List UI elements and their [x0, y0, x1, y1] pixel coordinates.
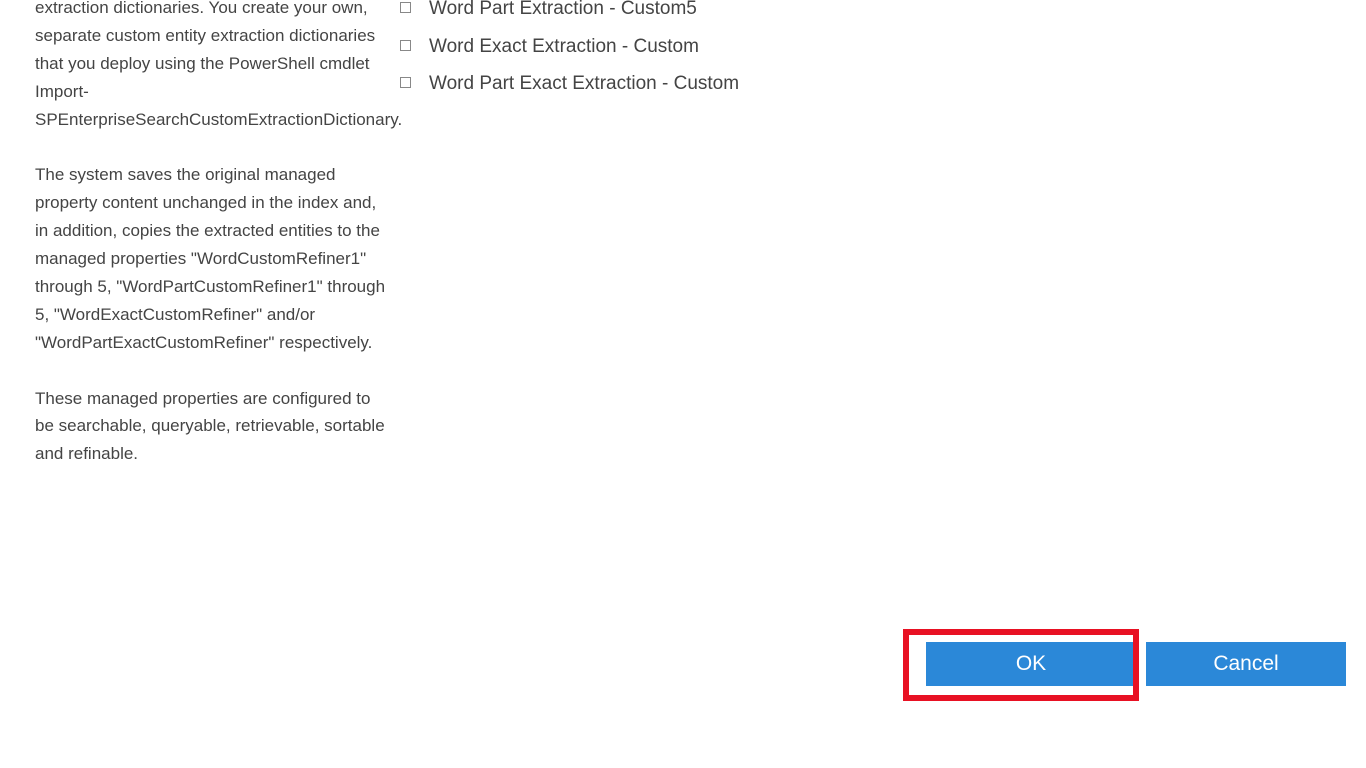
- description-paragraph-1: extraction dictionaries. You create your…: [35, 0, 390, 133]
- dialog-button-row: OK Cancel: [926, 642, 1346, 686]
- checkbox-row-word-part-extraction-custom5[interactable]: Word Part Extraction - Custom5: [400, 0, 1346, 23]
- description-paragraph-2: The system saves the original managed pr…: [35, 161, 390, 356]
- cancel-button[interactable]: Cancel: [1146, 642, 1346, 686]
- description-column: extraction dictionaries. You create your…: [35, 0, 400, 496]
- checkbox-label: Word Part Exact Extraction - Custom: [429, 71, 739, 98]
- checkbox-label: Word Exact Extraction - Custom: [429, 34, 699, 61]
- ok-button[interactable]: OK: [926, 642, 1136, 686]
- checkbox-icon[interactable]: [400, 77, 411, 88]
- checkbox-icon[interactable]: [400, 40, 411, 51]
- description-paragraph-3: These managed properties are configured …: [35, 385, 390, 469]
- checkbox-column: Word Part Extraction - Custom5 Word Exac…: [400, 0, 1346, 109]
- checkbox-label: Word Part Extraction - Custom5: [429, 0, 697, 23]
- checkbox-row-word-part-exact-extraction-custom[interactable]: Word Part Exact Extraction - Custom: [400, 71, 1346, 98]
- checkbox-icon[interactable]: [400, 2, 411, 13]
- checkbox-row-word-exact-extraction-custom[interactable]: Word Exact Extraction - Custom: [400, 34, 1346, 61]
